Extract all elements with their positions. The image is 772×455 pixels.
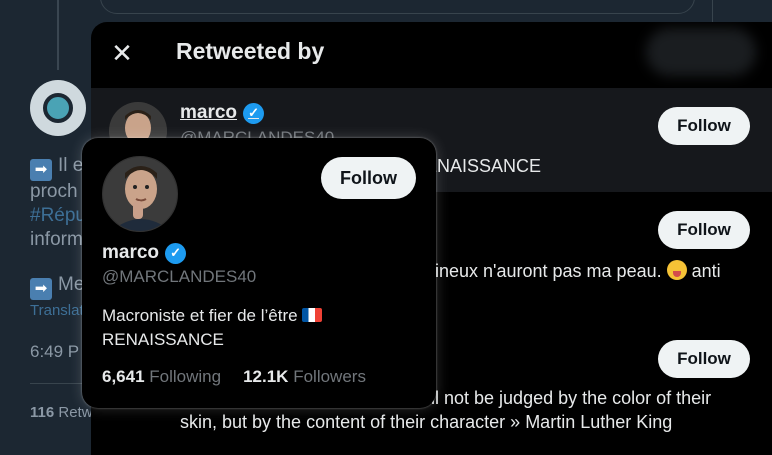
- followers-stat[interactable]: 12.1K Followers: [243, 367, 366, 387]
- profile-handle: @MARCLANDES40: [102, 267, 257, 286]
- background-tweet-line: proch: [30, 181, 78, 202]
- background-tweet-line: ➡ Il e: [30, 155, 83, 181]
- background-search-box: [100, 0, 695, 14]
- background-hashtag: #Répu: [30, 205, 86, 226]
- profile-bio: Macroniste et fier de l’être RENAISSANCE: [102, 304, 422, 352]
- close-icon[interactable]: ✕: [105, 36, 139, 70]
- arrow-right-icon: ➡: [30, 159, 52, 181]
- france-flag-icon: [301, 308, 322, 322]
- profile-stats: 6,641 Following 12.1K Followers: [102, 367, 366, 387]
- verified-badge-icon: ✓: [243, 102, 265, 124]
- following-stat[interactable]: 6,641 Following: [102, 367, 221, 387]
- background-translate-link: Translat: [30, 302, 84, 319]
- follow-button[interactable]: Follow: [658, 211, 750, 249]
- verified-badge-icon: ✓: [165, 242, 187, 264]
- user-name-link[interactable]: marco ✓: [180, 102, 265, 124]
- background-timestamp: 6:49 P: [30, 342, 80, 361]
- modal-header: ✕ Retweeted by: [91, 22, 772, 82]
- profile-hover-card: Follow marco ✓ @MARCLANDES40 Macroniste …: [82, 138, 436, 408]
- thread-line: [57, 0, 59, 70]
- user-bio: aineux n'auront pas ma peau. anti: [425, 260, 721, 281]
- follow-button[interactable]: Follow: [658, 107, 750, 145]
- arrow-right-icon: ➡: [30, 278, 52, 300]
- winking-tongue-emoji-icon: [666, 260, 687, 280]
- background-divider: [30, 383, 90, 384]
- profile-name[interactable]: marco ✓: [102, 242, 187, 264]
- follow-button[interactable]: Follow: [321, 157, 416, 199]
- user-bio: ill not be judged by the color of their: [427, 388, 712, 408]
- background-avatar: [30, 80, 86, 136]
- header-blur: [646, 28, 756, 76]
- modal-title: Retweeted by: [176, 38, 325, 64]
- background-tweet-line: inform: [30, 229, 83, 250]
- avatar[interactable]: [102, 156, 178, 232]
- background-tweet-line: ➡ Me: [30, 274, 84, 300]
- user-bio: skin, but by the content of their charac…: [180, 412, 673, 432]
- follow-button[interactable]: Follow: [658, 340, 750, 378]
- background-retweet-count: 116 Retw: [30, 404, 93, 421]
- user-bio: ENAISSANCE: [425, 156, 542, 176]
